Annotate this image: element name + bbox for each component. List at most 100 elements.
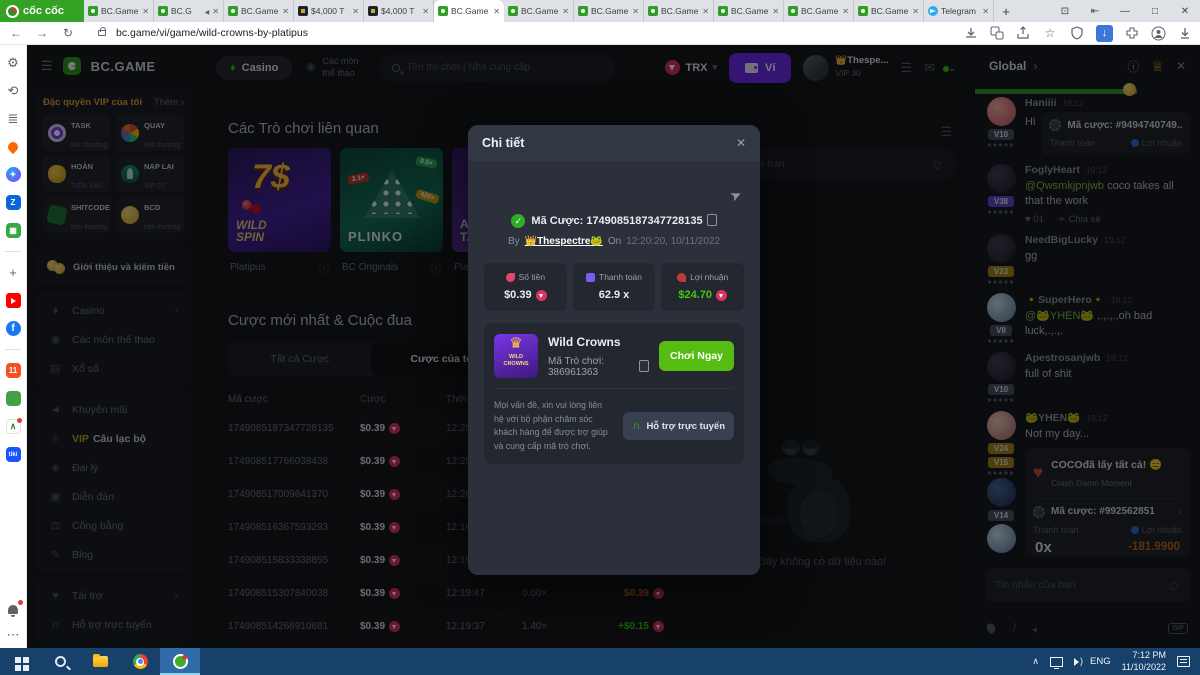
browser-tab[interactable]: BC.Game	[84, 0, 154, 22]
more-options-icon[interactable]: ⋯	[6, 627, 21, 642]
new-tab-button[interactable]	[994, 0, 1018, 22]
copy-icon[interactable]	[709, 216, 717, 226]
volume-icon[interactable]	[1074, 658, 1079, 666]
browser-tab[interactable]: BC.G	[154, 0, 224, 22]
bcgame-favicon	[88, 6, 98, 16]
browser-tab[interactable]: Telegram	[924, 0, 994, 22]
profile-icon[interactable]	[1151, 26, 1166, 41]
taskbar-search-icon[interactable]	[40, 648, 80, 675]
reload-icon[interactable]: ↻	[60, 26, 76, 40]
file-explorer-icon[interactable]	[80, 648, 120, 675]
session-restore-icon[interactable]: ⇤	[1080, 6, 1110, 17]
extensions-icon[interactable]	[1125, 26, 1139, 40]
profit-icon	[677, 273, 686, 282]
tab-close-icon[interactable]	[212, 7, 219, 16]
bcgame-page: ☰ BC.GAME Đặc quyền VIP của tôi Thêm › T…	[27, 45, 1200, 648]
modal-close-icon[interactable]: ✕	[736, 136, 746, 150]
bcgame-favicon	[648, 6, 658, 16]
tab-close-icon[interactable]	[982, 7, 989, 16]
education-icon[interactable]: ∧	[6, 419, 21, 434]
stat-payout: Thanh toán 62.9 x	[573, 263, 656, 311]
add-shortcut-icon[interactable]: +	[6, 265, 21, 280]
games-icon[interactable]: ▦	[6, 223, 21, 238]
telegram-favicon	[928, 6, 938, 16]
bookmark-star-icon[interactable]: ☆	[1042, 26, 1058, 40]
bcgame-favicon	[718, 6, 728, 16]
tab-close-icon[interactable]	[562, 7, 569, 16]
notification-bell-icon[interactable]	[6, 602, 21, 617]
history-icon[interactable]: ⟲	[6, 83, 21, 98]
tray-expand-icon[interactable]: ∧	[1032, 656, 1039, 667]
lock-icon[interactable]	[98, 30, 106, 36]
tab-close-icon[interactable]	[772, 7, 779, 16]
translate-icon[interactable]	[990, 26, 1004, 40]
divider	[5, 251, 21, 252]
game-thumbnail[interactable]: ♛ WILD CROWNS	[494, 334, 538, 378]
hot-trending-icon[interactable]	[6, 139, 21, 154]
tab-audio-icon[interactable]	[205, 6, 210, 16]
promo-favicon	[368, 6, 378, 16]
zalo-icon[interactable]: Z	[6, 195, 21, 210]
close-window-button[interactable]: ✕	[1170, 6, 1200, 17]
stat-profit: Lợi nhuận $24.70	[661, 263, 744, 311]
share-icon[interactable]	[1016, 26, 1030, 40]
back-icon[interactable]: ←	[8, 26, 24, 40]
browser-tab[interactable]: BC.Game	[714, 0, 784, 22]
share-bet-icon[interactable]: ➤	[727, 185, 745, 205]
tab-search-icon[interactable]: ⊡	[1050, 6, 1080, 17]
browser-tab[interactable]: BC.Game	[574, 0, 644, 22]
settings-gear-icon[interactable]: ⚙	[6, 55, 21, 70]
shield-icon[interactable]	[1070, 26, 1084, 40]
download-active-icon[interactable]: ↓	[1096, 25, 1113, 42]
network-icon[interactable]	[1050, 657, 1063, 667]
divider	[5, 349, 21, 350]
youtube-icon[interactable]	[6, 293, 21, 308]
coccoc-taskbar-icon[interactable]	[160, 648, 200, 675]
browser-tab[interactable]: BC.Game	[854, 0, 924, 22]
tab-close-icon[interactable]	[702, 7, 709, 16]
messenger-icon[interactable]: ✦	[6, 167, 21, 182]
start-button[interactable]	[0, 648, 40, 675]
url-field[interactable]: bc.game/vi/game/wild-crowns-by-platipus	[116, 27, 954, 39]
downloads-icon[interactable]	[1178, 26, 1192, 40]
bet-id-text: Mã Cược: 1749085187347728135	[531, 215, 702, 227]
chrome-icon[interactable]	[120, 648, 160, 675]
bet-author-link[interactable]: 👑Thespectre🐸	[525, 236, 603, 247]
support-note: Mọi vấn đề, xin vui lòng liên hệ với bộ …	[494, 399, 613, 454]
live-support-button[interactable]: ∩Hỗ trợ trực tuyến	[623, 412, 734, 440]
tab-close-icon[interactable]	[912, 7, 919, 16]
browser-tab[interactable]: BC.Game	[644, 0, 714, 22]
store-icon[interactable]	[6, 391, 21, 406]
coccoc-brand-label: cốc cốc	[23, 5, 64, 17]
browser-tab[interactable]: $4,000 T	[364, 0, 434, 22]
tiki-icon[interactable]: tiki	[6, 447, 21, 462]
tab-close-icon[interactable]	[632, 7, 639, 16]
action-center-icon[interactable]	[1177, 656, 1190, 667]
tab-close-icon[interactable]	[842, 7, 849, 16]
browser-tab[interactable]: $4,000 T	[294, 0, 364, 22]
reading-list-icon[interactable]: ≣	[6, 111, 21, 126]
browser-tab-active[interactable]: BC.Game	[434, 0, 504, 22]
browser-sidebar: ⚙ ⟲ ≣ ✦ Z ▦ + f 11 ∧ tiki ⋯	[0, 45, 27, 648]
language-indicator[interactable]: ENG	[1090, 656, 1111, 667]
shop-sale-icon[interactable]: 11	[6, 363, 21, 378]
browser-tab[interactable]: BC.Game	[784, 0, 854, 22]
tab-close-icon[interactable]	[422, 7, 429, 16]
tab-close-icon[interactable]	[282, 7, 289, 16]
tab-close-icon[interactable]	[142, 7, 149, 16]
save-page-icon[interactable]	[964, 26, 978, 40]
clock[interactable]: 7:12 PM11/10/2022	[1122, 650, 1166, 673]
bet-author-line: By 👑Thespectre🐸 On 12:20:20, 10/11/2022	[484, 236, 744, 247]
minimize-button[interactable]: —	[1110, 6, 1140, 17]
tab-close-icon[interactable]	[493, 7, 500, 16]
bcgame-favicon	[438, 6, 448, 16]
facebook-icon[interactable]: f	[6, 321, 21, 336]
maximize-button[interactable]: □	[1140, 6, 1170, 17]
forward-icon[interactable]: →	[34, 26, 50, 40]
tab-close-icon[interactable]	[352, 7, 359, 16]
trx-coin-icon	[536, 290, 547, 301]
play-now-button[interactable]: Chơi Ngay	[659, 341, 734, 371]
browser-tab[interactable]: BC.Game	[504, 0, 574, 22]
browser-tab[interactable]: BC.Game	[224, 0, 294, 22]
copy-icon[interactable]	[641, 362, 649, 372]
